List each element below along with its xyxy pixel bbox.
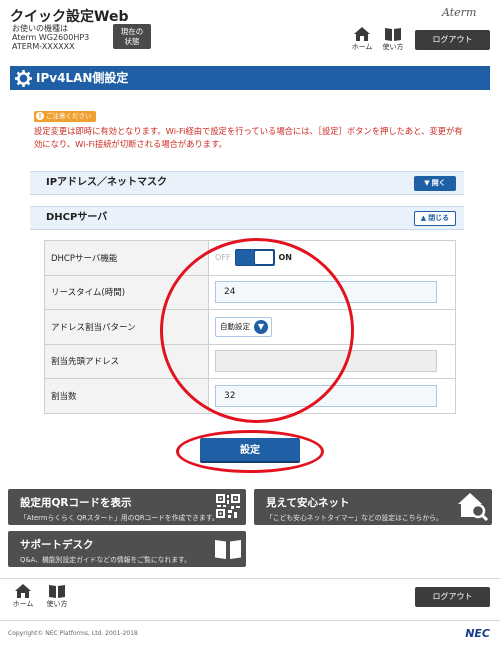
ip-mask-open-button[interactable]: ▼ 開く	[414, 176, 456, 191]
copyright: Copyright© NEC Platforms, Ltd. 2001-2018	[8, 630, 138, 637]
safe-net-card-title: 見えて安心ネット	[266, 497, 350, 509]
support-card-desc: Q&A、機能別設定ガイドなどの情報をご覧になれます。	[20, 556, 191, 564]
exclamation-icon: !	[36, 112, 44, 120]
footer-bottom-divider	[0, 620, 500, 621]
status-button-label: 現在の 状態	[120, 27, 144, 46]
notice-box: ! ご注意ください 設定変更は即時に有効となります。Wi-Fi経由で設定を行ってい…	[34, 110, 466, 156]
footer-help-button[interactable]: 使い方	[42, 584, 72, 612]
annotation-ellipse-settings	[160, 238, 354, 423]
footer-help-label: 使い方	[46, 600, 68, 608]
notice-badge-label: ご注意ください	[46, 112, 92, 120]
qr-code-card[interactable]: 設定用QRコードを表示 「Atermらくらく QRスタート」用のQRコードを作成…	[8, 489, 246, 525]
home-icon	[354, 27, 370, 41]
house-magnifier-icon	[458, 493, 488, 521]
maker-logo: NEC	[465, 627, 490, 640]
footer-logout-button[interactable]: ログアウト	[415, 587, 490, 607]
gear-icon	[15, 70, 32, 87]
notice-badge: ! ご注意ください	[34, 111, 96, 122]
support-card-title: サポートデスク	[20, 539, 94, 551]
dhcp-close-button[interactable]: ▲ 閉じる	[414, 211, 456, 226]
home-button[interactable]: ホーム	[347, 27, 377, 55]
home-label: ホーム	[351, 43, 373, 51]
help-button[interactable]: 使い方	[378, 27, 408, 55]
qr-card-desc: 「Atermらくらく QRスタート」用のQRコードを作成できます。	[20, 514, 219, 522]
brand-logo: Aterm	[442, 6, 477, 19]
home-icon	[15, 584, 31, 598]
device-name: ATERM-XXXXXX	[12, 42, 75, 51]
header: クイック設定Web お使いの機種は Aterm WG2600HP3 ATERM-…	[0, 0, 500, 60]
footer-home-button[interactable]: ホーム	[8, 584, 38, 612]
logout-button[interactable]: ログアウト	[415, 30, 490, 50]
footer-home-label: ホーム	[12, 600, 34, 608]
logout-label: ログアウト	[432, 35, 473, 44]
close-label: 閉じる	[428, 214, 450, 222]
page-title-bar: IPv4LAN側設定	[10, 66, 490, 90]
ip-mask-section-header[interactable]: IPアドレス／ネットマスク ▼ 開く	[30, 171, 464, 195]
book-icon	[49, 585, 65, 598]
book-icon	[215, 540, 241, 559]
ip-mask-section-label: IPアドレス／ネットマスク	[46, 177, 168, 188]
notice-text: 設定変更は即時に有効となります。Wi-Fi経由で設定を行っている場合には、［設定…	[34, 126, 463, 149]
safe-net-card[interactable]: 見えて安心ネット 「こども安心ネットタイマー」などの設定はこちらから。	[254, 489, 492, 525]
qr-code-icon	[216, 494, 240, 518]
footer-logout-label: ログアウト	[432, 592, 473, 601]
current-status-button[interactable]: 現在の 状態	[113, 24, 151, 49]
page-title: IPv4LAN側設定	[36, 71, 129, 85]
chevron-down-icon: ▼	[424, 179, 430, 187]
chevron-up-icon: ▲	[420, 214, 427, 222]
open-label: 開く	[431, 179, 446, 187]
dhcp-section-header[interactable]: DHCPサーバ ▲ 閉じる	[30, 206, 464, 230]
footer-divider	[0, 578, 500, 579]
book-icon	[385, 28, 401, 41]
annotation-ellipse-apply	[176, 430, 324, 473]
help-label: 使い方	[382, 43, 404, 51]
dhcp-section-label: DHCPサーバ	[46, 212, 108, 223]
qr-card-title: 設定用QRコードを表示	[20, 497, 132, 509]
app-title: クイック設定Web	[10, 9, 129, 25]
safe-net-card-desc: 「こども安心ネットタイマー」などの設定はこちらから。	[266, 514, 443, 522]
support-desk-card[interactable]: サポートデスク Q&A、機能別設定ガイドなどの情報をご覧になれます。	[8, 531, 246, 567]
